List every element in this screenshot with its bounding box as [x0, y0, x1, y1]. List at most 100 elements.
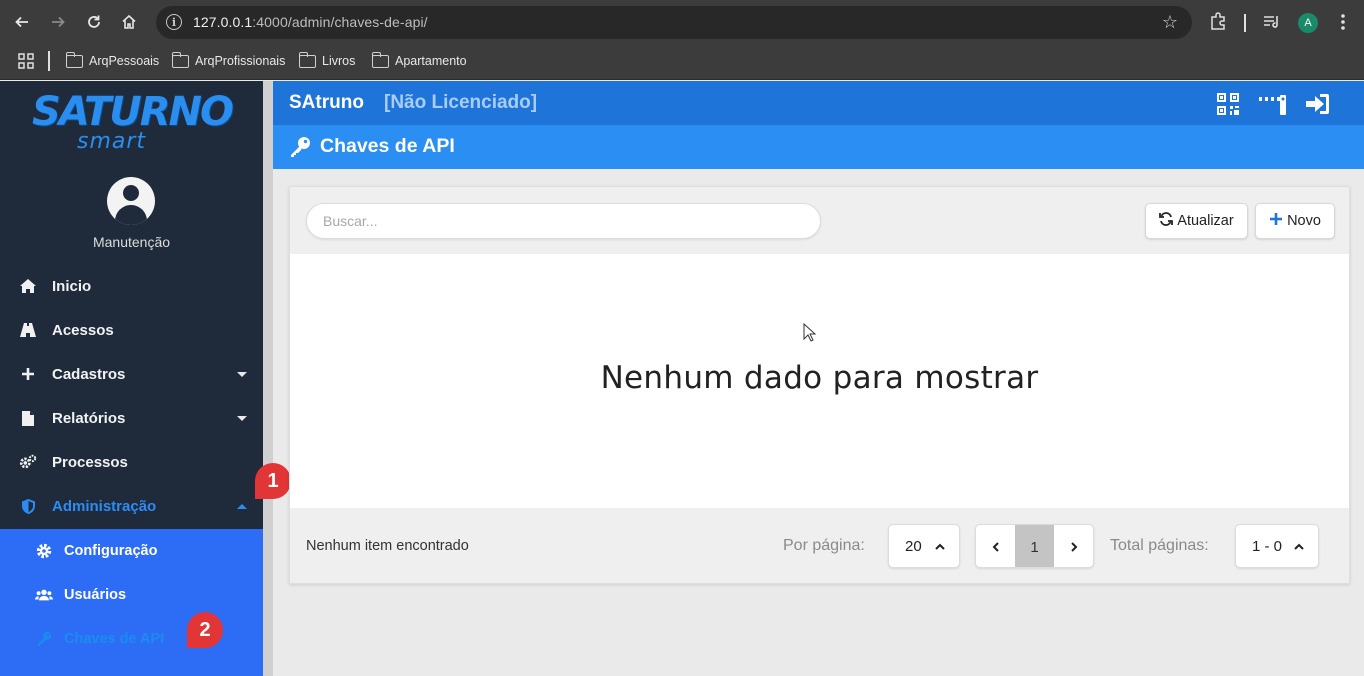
sidebar-item-label: Cadastros — [52, 365, 126, 383]
bookmark-livros[interactable]: Livros — [298, 51, 356, 70]
bookmark-label: Apartamento — [395, 54, 467, 68]
app-header: SAtruno [Não Licenciado] — [273, 81, 1364, 125]
folder-icon — [298, 51, 316, 68]
forward-icon[interactable] — [46, 10, 70, 34]
bookmark-apartamento[interactable]: Apartamento — [371, 51, 467, 70]
sidebar-scrollbar[interactable] — [263, 81, 273, 676]
user-name: Manutenção — [92, 234, 171, 250]
back-icon[interactable] — [10, 10, 34, 34]
media-queue-icon[interactable] — [1263, 14, 1281, 35]
pagination: 1 — [975, 524, 1094, 568]
items-count-text: Nenhum item encontrado — [306, 538, 469, 554]
table-empty-area: Nenhum dado para mostrar — [290, 254, 1349, 508]
bookmark-arqprofissionais[interactable]: ArqProfissionais — [171, 51, 286, 70]
saturno-logo: SATURNO smart — [32, 89, 236, 157]
prev-page-button[interactable] — [976, 525, 1015, 567]
sidebar-item-inicio[interactable]: Inicio — [0, 264, 263, 308]
new-label: Novo — [1287, 213, 1321, 229]
barrier-gate-icon[interactable] — [1258, 91, 1288, 117]
chevron-up-icon — [935, 539, 945, 556]
refresh-icon — [1159, 212, 1174, 230]
annotation-badge-1: 1 — [255, 463, 291, 499]
chevron-up-icon — [237, 503, 247, 509]
chevron-down-icon — [237, 371, 247, 377]
apps-grid-icon[interactable] — [18, 53, 34, 74]
folder-icon — [65, 51, 83, 68]
per-page-label: Por página: — [783, 537, 865, 554]
url-text: 127.0.0.1:4000/admin/chaves-de-api/ — [193, 14, 428, 30]
reload-icon[interactable] — [82, 10, 106, 34]
bookmark-label: ArqProfissionais — [195, 54, 286, 68]
sidebar-item-processos[interactable]: Processos — [0, 440, 263, 484]
sidebar-item-label: Acessos — [52, 321, 114, 339]
per-page-value: 20 — [905, 537, 922, 555]
sidebar-subitem-chaves-de-api[interactable]: Chaves de API — [0, 617, 263, 661]
browser-menu-icon[interactable] — [1339, 13, 1347, 36]
key-icon — [35, 630, 53, 648]
gears-icon — [19, 453, 37, 471]
chevron-up-icon — [1294, 539, 1304, 556]
sidebar-item-administracao[interactable]: Administração — [0, 484, 263, 528]
chevron-right-icon — [1070, 542, 1077, 552]
page-number-current[interactable]: 1 — [1015, 525, 1054, 567]
total-pages-label: Total páginas: — [1110, 537, 1209, 554]
bookmark-star-icon[interactable]: ☆ — [1162, 12, 1178, 33]
sidebar-item-cadastros[interactable]: Cadastros — [0, 352, 263, 396]
toolbar-divider — [1244, 14, 1246, 32]
home-browser-icon[interactable] — [117, 10, 141, 34]
sidebar-item-label: Administração — [52, 497, 157, 515]
folder-icon — [171, 51, 189, 68]
bookmark-label: Livros — [322, 54, 356, 68]
page-header: Chaves de API — [273, 125, 1364, 169]
per-page-select[interactable]: 20 — [888, 524, 960, 568]
profile-avatar[interactable]: A — [1298, 13, 1318, 33]
site-info-icon[interactable]: i — [166, 14, 182, 30]
annotation-badge-2: 2 — [187, 612, 223, 648]
sidebar-item-acessos[interactable]: Acessos — [0, 308, 263, 352]
sidebar-item-label: Inicio — [52, 277, 92, 295]
new-button[interactable]: Novo — [1255, 203, 1335, 239]
sidebar-item-relatorios[interactable]: Relatórios — [0, 396, 263, 440]
chevron-down-icon — [237, 415, 247, 421]
gear-icon — [35, 542, 53, 560]
bookmark-label: ArqPessoais — [89, 54, 160, 68]
plus-icon — [1269, 212, 1283, 230]
sidebar: SATURNO smart Manutenção Inicio Acessos … — [0, 81, 263, 676]
search-field[interactable] — [306, 203, 821, 239]
bookmark-arqpessoais[interactable]: ArqPessoais — [65, 51, 160, 70]
sidebar-item-label: Relatórios — [52, 409, 126, 427]
sidebar-subitem-label: Usuários — [64, 587, 127, 603]
sidebar-subitem-usuarios[interactable]: Usuários — [0, 573, 263, 617]
administracao-submenu: Configuração Usuários Chaves de API — [0, 529, 263, 676]
shield-icon — [19, 497, 37, 515]
logo-text-bottom: smart — [77, 129, 147, 154]
road-icon — [19, 321, 37, 339]
bookmarks-divider — [48, 51, 50, 71]
extensions-icon[interactable] — [1209, 12, 1227, 35]
qrcode-icon[interactable] — [1215, 91, 1241, 117]
users-icon — [35, 586, 53, 604]
refresh-button[interactable]: Atualizar — [1145, 203, 1248, 239]
total-pages-value: 1 - 0 — [1252, 537, 1283, 555]
home-icon — [19, 277, 37, 295]
page-title: Chaves de API — [320, 135, 455, 157]
sidebar-subitem-label: Configuração — [64, 543, 158, 559]
chevron-left-icon — [992, 542, 999, 552]
refresh-label: Atualizar — [1177, 213, 1234, 229]
folder-icon — [371, 51, 389, 68]
file-icon — [19, 409, 37, 427]
next-page-button[interactable] — [1054, 525, 1093, 567]
license-status: [Não Licenciado] — [384, 92, 538, 113]
sidebar-subitem-label: Chaves de API — [64, 631, 165, 647]
sidebar-item-label: Processos — [52, 453, 128, 471]
app-title: SAtruno — [289, 92, 364, 113]
sidebar-subitem-configuracao[interactable]: Configuração — [0, 529, 263, 573]
address-bar[interactable]: i 127.0.0.1:4000/admin/chaves-de-api/ ☆ — [156, 6, 1192, 39]
search-input[interactable] — [307, 204, 820, 238]
total-pages-select[interactable]: 1 - 0 — [1235, 524, 1319, 568]
mouse-cursor-icon — [803, 322, 817, 348]
logout-icon[interactable] — [1304, 91, 1330, 117]
plus-icon — [19, 365, 37, 383]
key-icon — [289, 136, 311, 163]
user-avatar[interactable] — [107, 177, 155, 225]
